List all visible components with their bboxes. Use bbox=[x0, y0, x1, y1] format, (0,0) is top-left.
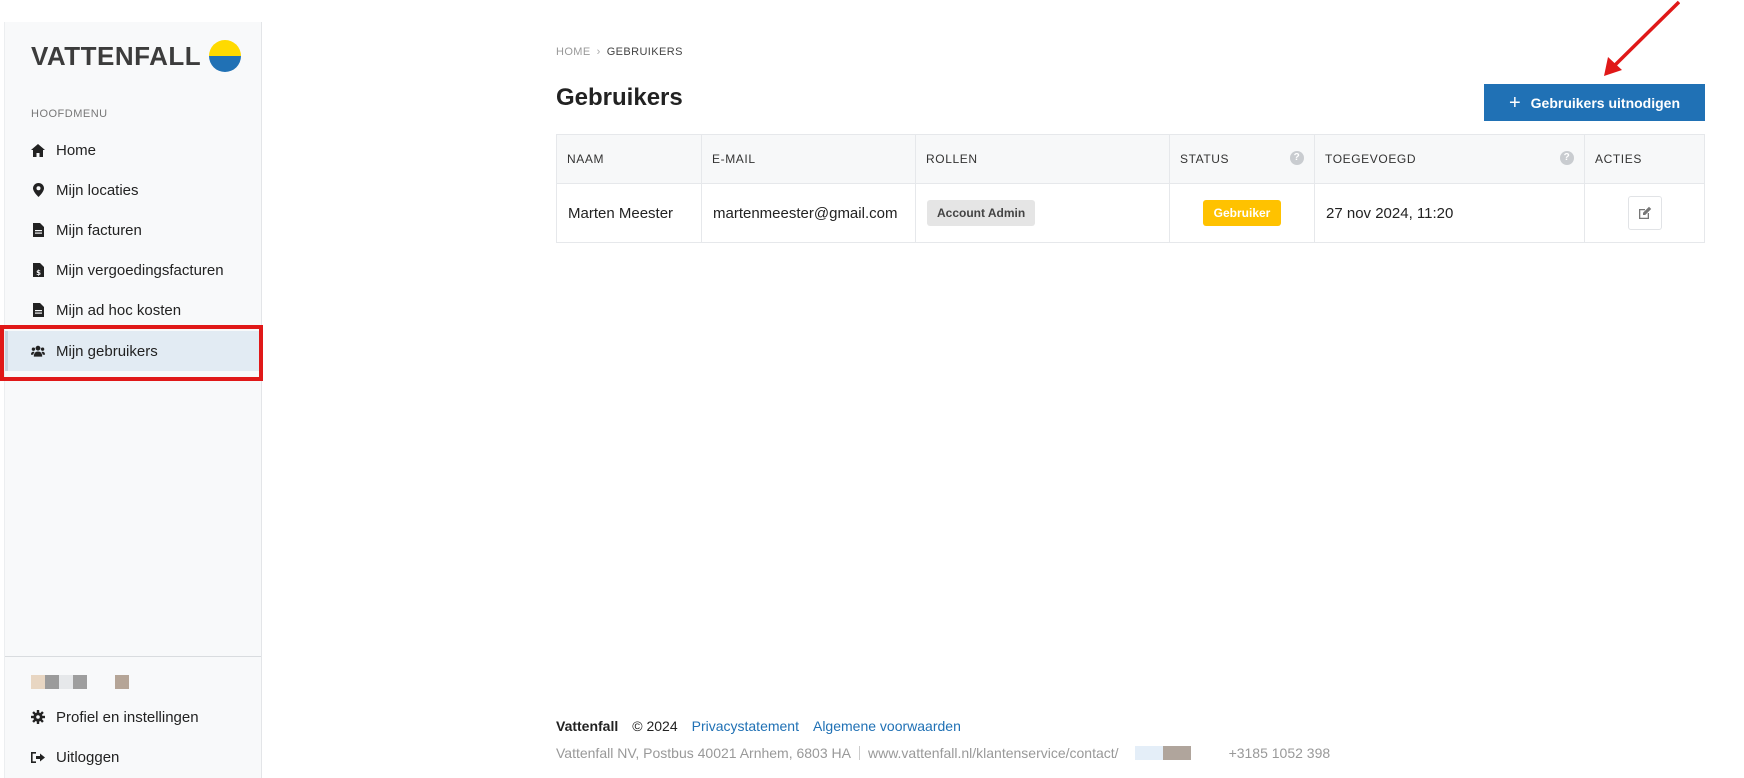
footer-url: www.vattenfall.nl/klantenservice/contact… bbox=[867, 745, 1119, 761]
annotation-arrow-icon bbox=[1604, 0, 1680, 76]
cell-email: martenmeester@gmail.com bbox=[701, 183, 916, 243]
vattenfall-logo[interactable]: VATTENFALL bbox=[31, 40, 242, 72]
column-header-email: E-MAIL bbox=[701, 134, 916, 184]
logout-icon bbox=[31, 750, 45, 764]
logo-text: VATTENFALL bbox=[31, 40, 202, 71]
sidebar-item-home[interactable]: Home bbox=[5, 130, 261, 170]
cell-roles: Account Admin bbox=[915, 183, 1170, 243]
column-label: ACTIES bbox=[1595, 152, 1642, 166]
sidebar-item-ad-hoc-kosten[interactable]: Mijn ad hoc kosten bbox=[5, 290, 261, 330]
footer-contact: Vattenfall NV, Postbus 40021 Arnhem, 680… bbox=[556, 745, 1706, 761]
footer-phone: +3185 1052 398 bbox=[1228, 745, 1331, 761]
edit-user-button[interactable] bbox=[1627, 196, 1662, 230]
column-label: TOEGEVOEGD bbox=[1325, 152, 1417, 166]
table-row: Marten Meester martenmeester@gmail.com A… bbox=[556, 183, 1705, 243]
sidebar-item-label: Uitloggen bbox=[56, 748, 120, 766]
help-icon[interactable]: ? bbox=[1290, 151, 1304, 165]
breadcrumb-current: GEBRUIKERS bbox=[606, 46, 683, 58]
column-header-toegevoegd: TOEGEVOEGD ? bbox=[1314, 134, 1585, 184]
sidebar-item-label: Mijn locaties bbox=[56, 181, 139, 199]
footer-links: Vattenfall © 2024 Privacystatement Algem… bbox=[556, 718, 1706, 734]
sidebar-item-gebruikers[interactable]: Mijn gebruikers bbox=[5, 331, 261, 371]
map-pin-icon bbox=[31, 183, 45, 197]
cell-added: 27 nov 2024, 11:20 bbox=[1314, 183, 1585, 243]
sidebar-item-label: Mijn vergoedingsfacturen bbox=[56, 261, 224, 279]
avatar bbox=[31, 675, 129, 689]
terms-link[interactable]: Algemene voorwaarden bbox=[813, 718, 961, 734]
sidebar-item-profiel[interactable]: Profiel en instellingen bbox=[5, 697, 261, 737]
column-header-acties: ACTIES bbox=[1584, 134, 1705, 184]
sidebar-item-facturen[interactable]: Mijn facturen bbox=[5, 210, 261, 250]
breadcrumb-home[interactable]: HOME bbox=[556, 46, 591, 58]
chevron-right-icon: › bbox=[596, 46, 601, 58]
column-header-rollen: ROLLEN bbox=[915, 134, 1170, 184]
column-label: STATUS bbox=[1180, 152, 1230, 166]
plus-icon: + bbox=[1508, 91, 1521, 114]
main-nav: Home Mijn locaties Mijn facturen $ Mijn … bbox=[5, 130, 261, 371]
logo-sun-icon bbox=[209, 40, 242, 72]
document-icon bbox=[31, 223, 45, 237]
footer-copyright: © 2024 bbox=[632, 718, 678, 734]
sidebar-item-locaties[interactable]: Mijn locaties bbox=[5, 170, 261, 210]
users-icon bbox=[31, 344, 45, 358]
cell-status: Gebruiker bbox=[1169, 183, 1315, 243]
column-header-naam: NAAM bbox=[556, 134, 702, 184]
footer-brand: Vattenfall bbox=[556, 718, 619, 734]
privacy-link[interactable]: Privacystatement bbox=[692, 718, 799, 734]
help-icon[interactable]: ? bbox=[1560, 151, 1574, 165]
sidebar: VATTENFALL HOOFDMENU Home Mijn locaties … bbox=[4, 22, 262, 778]
menu-heading: HOOFDMENU bbox=[31, 108, 108, 120]
page-title: Gebruikers bbox=[556, 84, 683, 111]
sidebar-item-uitloggen[interactable]: Uitloggen bbox=[5, 737, 261, 777]
column-header-status: STATUS ? bbox=[1169, 134, 1315, 184]
account-nav: Profiel en instellingen Uitloggen bbox=[5, 697, 261, 777]
redacted-block bbox=[1134, 746, 1191, 760]
users-table: NAAM E-MAIL ROLLEN STATUS ? TOEGEVOEGD ?… bbox=[556, 134, 1705, 243]
sidebar-item-label: Home bbox=[56, 141, 97, 159]
sidebar-footer: Profiel en instellingen Uitloggen bbox=[5, 656, 261, 766]
document-euro-icon: $ bbox=[31, 263, 45, 277]
invite-users-label: Gebruikers uitnodigen bbox=[1530, 94, 1681, 111]
page-footer: Vattenfall © 2024 Privacystatement Algem… bbox=[556, 718, 1706, 761]
column-label: E-MAIL bbox=[712, 152, 756, 166]
sidebar-item-label: Mijn gebruikers bbox=[56, 342, 158, 360]
edit-icon bbox=[1638, 206, 1651, 219]
gear-icon bbox=[31, 710, 45, 724]
sidebar-item-label: Mijn ad hoc kosten bbox=[56, 301, 182, 319]
breadcrumb: HOME › GEBRUIKERS bbox=[556, 46, 683, 58]
role-badge: Account Admin bbox=[927, 200, 1036, 226]
footer-divider bbox=[858, 746, 860, 760]
sidebar-item-label: Mijn facturen bbox=[56, 221, 142, 239]
footer-address: Vattenfall NV, Postbus 40021 Arnhem, 680… bbox=[556, 745, 851, 761]
column-label: ROLLEN bbox=[926, 152, 978, 166]
document-icon bbox=[31, 303, 45, 317]
sidebar-item-vergoedingsfacturen[interactable]: $ Mijn vergoedingsfacturen bbox=[5, 250, 261, 290]
table-header-row: NAAM E-MAIL ROLLEN STATUS ? TOEGEVOEGD ?… bbox=[556, 134, 1705, 184]
svg-text:$: $ bbox=[36, 269, 41, 277]
column-label: NAAM bbox=[567, 152, 605, 166]
sidebar-item-label: Profiel en instellingen bbox=[56, 708, 199, 726]
home-icon bbox=[31, 143, 45, 157]
invite-users-button[interactable]: + Gebruikers uitnodigen bbox=[1484, 84, 1705, 121]
cell-actions bbox=[1584, 183, 1705, 243]
status-badge: Gebruiker bbox=[1202, 200, 1282, 226]
cell-name: Marten Meester bbox=[556, 183, 702, 243]
